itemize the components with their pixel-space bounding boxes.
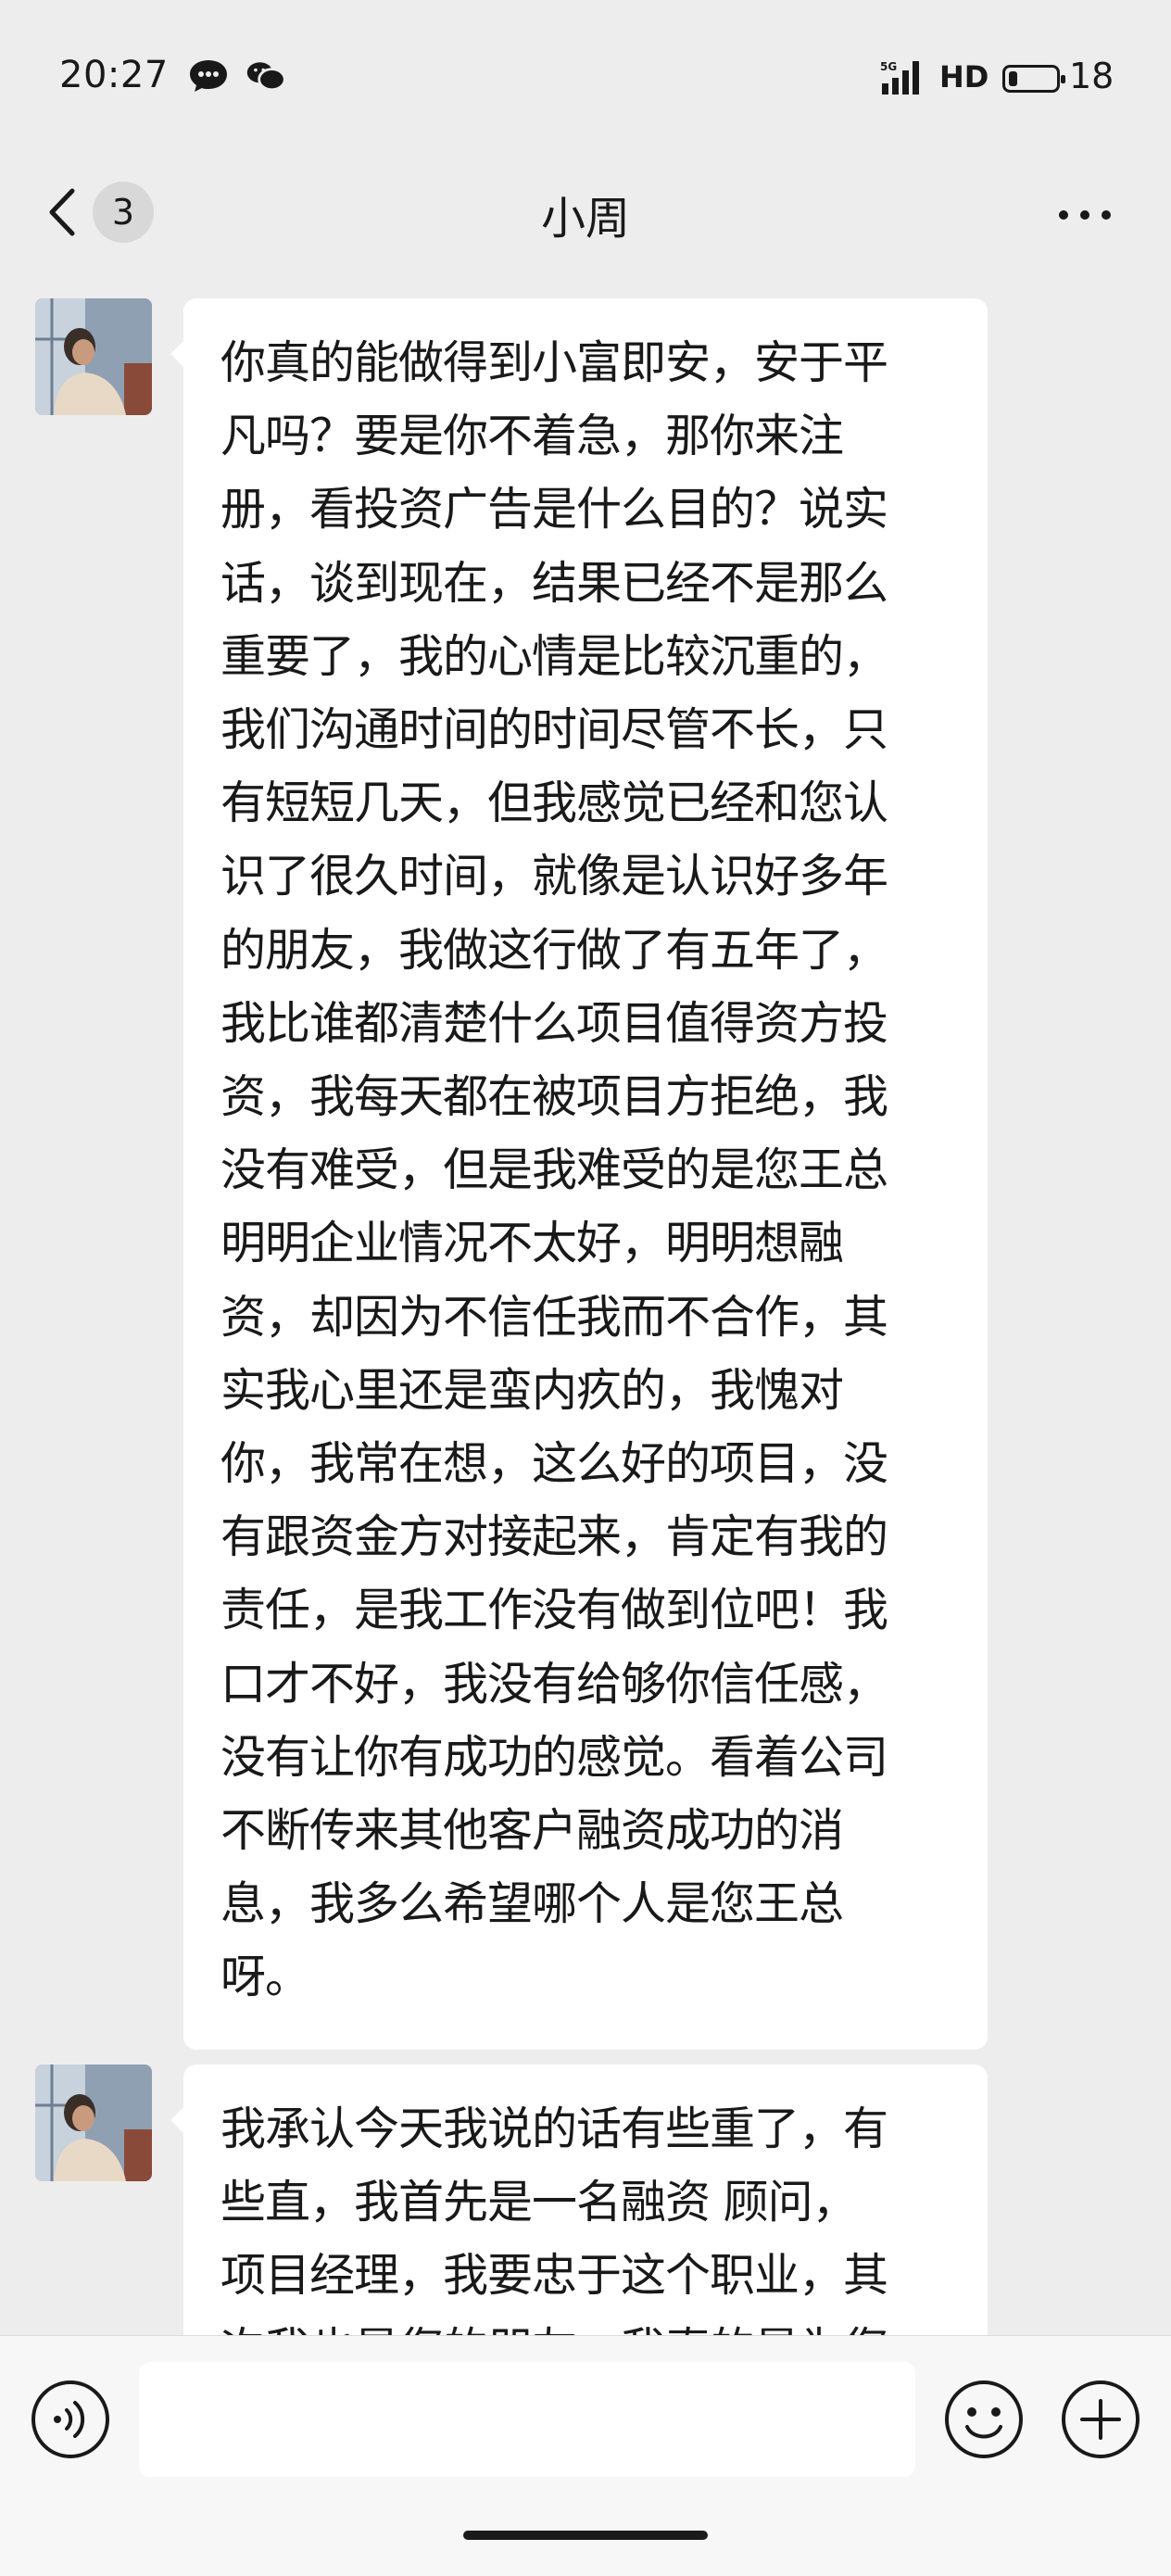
message-line: 你真的能做得到小富即安，安于平 <box>220 336 888 389</box>
message-line: 口才不好，我没有给够你信任感， <box>220 1657 888 1711</box>
signal-label: 5G <box>880 60 897 73</box>
message-line: 不断传来其他客户融资成功的消 <box>220 1804 844 1858</box>
chat-screen: 20:27 5G HD 18 3 小周 你真的能做得到小富即安，安于平 凡吗？要… <box>0 0 1171 2576</box>
network-type: HD <box>939 59 989 95</box>
message-line: 话，谈到现在，结果已经不是那么 <box>220 556 888 610</box>
battery-fill <box>1009 71 1017 86</box>
message-line: 我比谁都清楚什么项目值得资方投 <box>220 996 888 1050</box>
message-bubble[interactable]: 你真的能做得到小富即安，安于平 凡吗？要是你不着急，那你来注 册，看投资广告是什… <box>170 298 988 2050</box>
plus-circle-icon[interactable] <box>1060 2379 1141 2460</box>
unread-count-badge: 3 <box>93 182 154 243</box>
message-line: 呀。 <box>220 1951 310 2004</box>
signal-strength-icon: 5G <box>880 60 919 95</box>
input-bar <box>0 2335 1171 2576</box>
avatar[interactable] <box>35 2065 152 2181</box>
message-line: 你，我常在想，这么好的项目，没 <box>220 1437 888 1491</box>
home-indicator[interactable] <box>463 2531 708 2540</box>
message-line: 凡吗？要是你不着急，那你来注 <box>220 410 844 463</box>
message-line: 没有让你有成功的感觉。看着公司 <box>220 1730 888 1784</box>
message-line: 册，看投资广告是什么目的？说实 <box>220 483 888 537</box>
chat-title[interactable]: 小周 <box>541 193 630 245</box>
message-line: 息，我多么希望哪个人是您王总 <box>220 1877 844 1931</box>
status-time: 20:27 <box>59 54 169 96</box>
message-line: 明明企业情况不太好，明明想融 <box>220 1217 844 1270</box>
message-bubble-icon <box>190 60 227 92</box>
message-input[interactable] <box>139 2362 915 2477</box>
message-bubble[interactable]: 我承认今天我说的话有些重了，有 些直，我首先是一名融资 顾问， 项目经理，我要忠… <box>170 2065 988 2335</box>
chevron-left-icon <box>49 188 75 236</box>
battery-level: 18 <box>1069 56 1114 96</box>
message-line: 的朋友，我做这行做了有五年了， <box>220 923 888 977</box>
message-line: 资，我每天都在被项目方拒绝，我 <box>220 1070 888 1124</box>
message-line: 责任，是我工作没有做到位吧！我 <box>220 1584 888 1637</box>
avatar[interactable] <box>35 298 152 415</box>
chat-header: 3 小周 <box>0 158 1171 269</box>
message-line: 重要了，我的心情是比较沉重的， <box>220 629 888 683</box>
message-line: 有跟资金方对接起来，肯定有我的 <box>220 1510 888 1564</box>
message-line: 次我也是您的朋友，我真的是为您 <box>220 2313 952 2335</box>
message-line: 项目经理，我要忠于这个职业，其 <box>220 2249 888 2303</box>
message-line: 我们沟通时间的时间尽管不长，只 <box>220 703 888 757</box>
message-line: 有短短几天，但我感觉已经和您认 <box>220 777 888 830</box>
message-line: 实我心里还是蛮内疚的，我愧对 <box>220 1363 844 1417</box>
battery-icon <box>1002 65 1065 93</box>
message-line: 资，却因为不信任我而不合作，其 <box>220 1290 888 1344</box>
voice-input-icon[interactable] <box>30 2379 111 2460</box>
message-list[interactable]: 你真的能做得到小富即安，安于平 凡吗？要是你不着急，那你来注 册，看投资广告是什… <box>0 269 1171 2335</box>
status-bar: 20:27 5G HD 18 <box>0 0 1171 158</box>
message-line: 些直，我首先是一名融资 顾问， <box>220 2176 858 2229</box>
emoji-icon[interactable] <box>943 2379 1025 2460</box>
message-line: 没有难受，但是我难受的是您王总 <box>220 1143 888 1197</box>
more-horizontal-icon[interactable] <box>1052 187 1117 243</box>
message-line: 我承认今天我说的话有些重了，有 <box>220 2102 888 2155</box>
message-line: 识了很久时间，就像是认识好多年 <box>220 850 888 903</box>
wechat-icon <box>246 62 286 92</box>
back-button[interactable]: 3 <box>37 174 157 248</box>
